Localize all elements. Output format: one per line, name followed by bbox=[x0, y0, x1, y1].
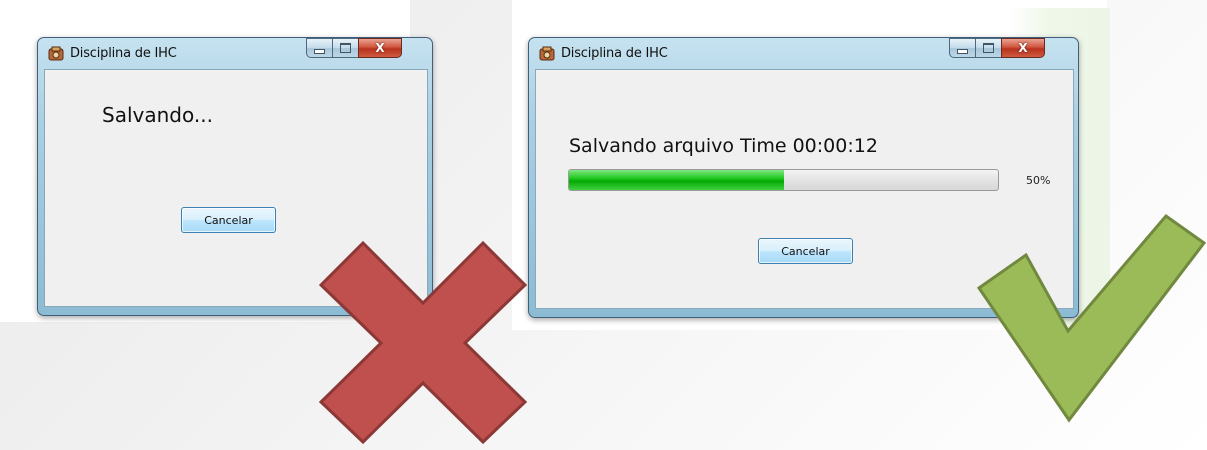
title-bar[interactable]: Disciplina de IHC X bbox=[38, 38, 432, 68]
red-x-cross-icon bbox=[318, 240, 528, 445]
maximize-button[interactable] bbox=[975, 38, 1001, 58]
status-message: Salvando... bbox=[102, 103, 213, 127]
minimize-icon bbox=[314, 48, 325, 54]
maximize-icon bbox=[983, 43, 994, 53]
close-icon: X bbox=[375, 41, 385, 55]
progress-bar bbox=[568, 169, 999, 191]
caption-buttons: X bbox=[306, 38, 402, 58]
close-button[interactable]: X bbox=[1001, 38, 1045, 58]
minimize-button[interactable] bbox=[949, 38, 975, 58]
maximize-button[interactable] bbox=[332, 38, 358, 58]
close-icon: X bbox=[1018, 41, 1028, 55]
cancel-button[interactable]: Cancelar bbox=[181, 207, 276, 233]
progress-fill bbox=[569, 170, 784, 190]
app-icon bbox=[538, 46, 556, 62]
window-title: Disciplina de IHC bbox=[70, 46, 177, 61]
caption-buttons: X bbox=[949, 38, 1045, 58]
app-icon bbox=[47, 46, 65, 62]
maximize-icon bbox=[340, 43, 351, 53]
window-title: Disciplina de IHC bbox=[561, 46, 668, 61]
minimize-icon bbox=[957, 48, 968, 54]
title-bar[interactable]: Disciplina de IHC X bbox=[529, 38, 1078, 68]
cancel-button[interactable]: Cancelar bbox=[758, 238, 853, 264]
status-message: Salvando arquivo Time 00:00:12 bbox=[569, 135, 878, 157]
minimize-button[interactable] bbox=[306, 38, 332, 58]
green-checkmark-icon bbox=[976, 213, 1207, 423]
progress-percent: 50% bbox=[1026, 174, 1051, 187]
close-button[interactable]: X bbox=[358, 38, 402, 58]
